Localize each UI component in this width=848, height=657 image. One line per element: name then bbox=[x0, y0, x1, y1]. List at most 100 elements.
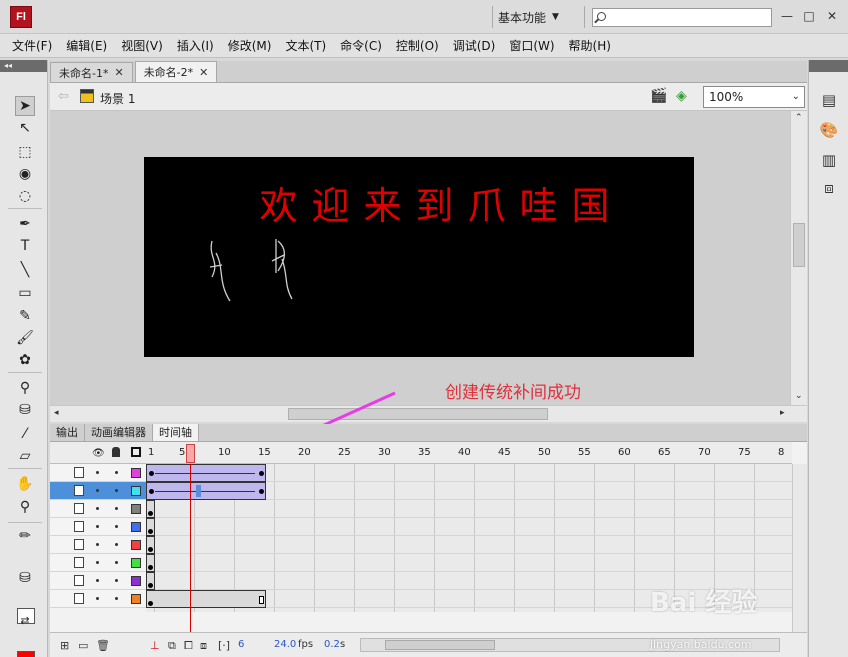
keyframe[interactable] bbox=[149, 471, 154, 476]
layer-row[interactable] bbox=[50, 590, 146, 608]
lock-dot[interactable] bbox=[115, 507, 118, 510]
layer-outline-color[interactable] bbox=[131, 486, 141, 496]
layer-row[interactable] bbox=[50, 554, 146, 572]
outline-icon[interactable] bbox=[131, 447, 141, 457]
eraser-tool-icon[interactable]: ▱ bbox=[15, 446, 35, 466]
layer-outline-color[interactable] bbox=[131, 576, 141, 586]
frame-rate-value[interactable]: 24.0 bbox=[274, 639, 296, 650]
bone-tool-icon[interactable]: ⚲ bbox=[15, 378, 35, 398]
classic-tween-span[interactable] bbox=[146, 464, 266, 482]
edit-symbols-icon[interactable]: ◈ bbox=[676, 88, 687, 104]
layer-row[interactable] bbox=[50, 518, 146, 536]
text-tool-icon[interactable]: T bbox=[15, 236, 35, 256]
selected-frame[interactable] bbox=[196, 485, 201, 497]
keyframe[interactable] bbox=[148, 601, 153, 606]
tab-document-2[interactable]: 未命名-2* ✕ bbox=[134, 61, 218, 82]
menu-window[interactable]: 窗口(W) bbox=[509, 37, 554, 54]
align-panel-icon[interactable]: ⧈ bbox=[819, 178, 839, 198]
menu-commands[interactable]: 命令(C) bbox=[340, 37, 382, 54]
menu-insert[interactable]: 插入(I) bbox=[177, 37, 214, 54]
stage-canvas[interactable]: 欢迎来到爪哇国 bbox=[144, 157, 694, 357]
help-search-input[interactable] bbox=[592, 8, 772, 27]
layer-outline-color[interactable] bbox=[131, 558, 141, 568]
stage-horizontal-scrollbar[interactable]: ◂ ▸ bbox=[50, 405, 807, 422]
hand-tool-icon[interactable]: ✋ bbox=[15, 474, 35, 494]
scroll-down-icon[interactable]: ⌄ bbox=[795, 391, 803, 401]
new-layer-icon[interactable]: ⊞ bbox=[60, 639, 69, 652]
scroll-thumb[interactable] bbox=[793, 223, 805, 267]
lock-dot[interactable] bbox=[115, 471, 118, 474]
keyframe[interactable] bbox=[148, 565, 153, 570]
eye-icon[interactable]: 👁 bbox=[92, 448, 105, 459]
3d-rotation-tool-icon[interactable]: ◉ bbox=[15, 164, 35, 184]
edit-scene-icon[interactable]: 🎬 bbox=[650, 88, 667, 104]
keyframe[interactable] bbox=[259, 489, 264, 494]
minimize-button[interactable]: — bbox=[778, 8, 796, 24]
stage-title-text[interactable]: 欢迎来到爪哇国 bbox=[144, 175, 694, 230]
lock-dot[interactable] bbox=[115, 597, 118, 600]
timeline-vertical-scrollbar[interactable] bbox=[792, 464, 807, 632]
deco-tool-icon[interactable]: ✿ bbox=[15, 350, 35, 370]
keyframe[interactable] bbox=[148, 511, 153, 516]
eyedropper-tool-icon[interactable]: ⁄ bbox=[15, 424, 35, 444]
menu-file[interactable]: 文件(F) bbox=[12, 37, 52, 54]
menu-view[interactable]: 视图(V) bbox=[121, 37, 163, 54]
modify-onion-markers-icon[interactable]: [·] bbox=[218, 639, 230, 652]
menu-control[interactable]: 控制(O) bbox=[396, 37, 439, 54]
subselection-tool-icon[interactable]: ↖ bbox=[15, 118, 35, 138]
keyframe[interactable] bbox=[259, 471, 264, 476]
menu-debug[interactable]: 调试(D) bbox=[453, 37, 496, 54]
visibility-dot[interactable] bbox=[96, 471, 99, 474]
scroll-thumb[interactable] bbox=[385, 640, 495, 650]
keyframe-cell[interactable] bbox=[146, 500, 155, 518]
keyframe-cell[interactable] bbox=[146, 554, 155, 572]
color-panel-icon[interactable]: 🎨 bbox=[819, 120, 839, 140]
tab-document-1[interactable]: 未命名-1* ✕ bbox=[50, 62, 133, 82]
visibility-dot[interactable] bbox=[96, 543, 99, 546]
menu-help[interactable]: 帮助(H) bbox=[569, 37, 611, 54]
lock-dot[interactable] bbox=[115, 579, 118, 582]
workspace-switcher[interactable]: 基本功能 ▼ bbox=[498, 7, 559, 27]
layer-row-selected[interactable] bbox=[50, 482, 146, 500]
tab-timeline[interactable]: 时间轴 bbox=[153, 424, 199, 441]
pen-tool-icon[interactable]: ✒ bbox=[15, 214, 35, 234]
classic-tween-span[interactable] bbox=[146, 482, 266, 500]
keyframe[interactable] bbox=[148, 583, 153, 588]
pencil-tool-icon[interactable]: ✎ bbox=[15, 306, 35, 326]
delete-layer-icon[interactable]: 🗑 bbox=[96, 639, 110, 652]
menu-text[interactable]: 文本(T) bbox=[285, 37, 326, 54]
lock-dot[interactable] bbox=[115, 489, 118, 492]
scroll-right-icon[interactable]: ▸ bbox=[780, 408, 785, 418]
properties-panel-icon[interactable]: ▤ bbox=[819, 90, 839, 110]
paint-bucket-tool-icon[interactable]: ⛁ bbox=[15, 400, 35, 420]
layer-row[interactable] bbox=[50, 536, 146, 554]
close-icon[interactable]: ✕ bbox=[199, 66, 208, 79]
line-tool-icon[interactable]: ╲ bbox=[15, 260, 35, 280]
keyframe[interactable] bbox=[148, 529, 153, 534]
layer-outline-color[interactable] bbox=[131, 540, 141, 550]
layer-outline-color[interactable] bbox=[131, 504, 141, 514]
visibility-dot[interactable] bbox=[96, 489, 99, 492]
onion-skin-outline-icon[interactable]: ⧠ bbox=[184, 639, 193, 653]
onion-skin-icon[interactable]: ⧉ bbox=[168, 639, 176, 653]
lock-dot[interactable] bbox=[115, 525, 118, 528]
lock-dot[interactable] bbox=[115, 543, 118, 546]
back-arrow-icon[interactable]: ⇦ bbox=[58, 89, 69, 104]
zoom-select[interactable]: 100% ⌄ bbox=[703, 86, 805, 108]
new-folder-icon[interactable]: ▭ bbox=[78, 639, 88, 652]
close-icon[interactable]: ✕ bbox=[114, 66, 123, 79]
tab-motion-editor[interactable]: 动画编辑器 bbox=[85, 424, 153, 441]
keyframe[interactable] bbox=[148, 547, 153, 552]
brush-tool-icon[interactable]: 🖌 bbox=[15, 328, 35, 348]
edit-multiple-frames-icon[interactable]: ⧈ bbox=[200, 639, 207, 653]
playhead[interactable] bbox=[186, 444, 195, 463]
tab-output[interactable]: 输出 bbox=[50, 424, 85, 441]
close-button[interactable]: ✕ bbox=[823, 8, 841, 24]
menu-edit[interactable]: 编辑(E) bbox=[66, 37, 107, 54]
scene-label[interactable]: 场景 1 bbox=[100, 90, 135, 107]
zoom-tool-icon[interactable]: ⚲ bbox=[15, 497, 35, 517]
static-frame-span[interactable] bbox=[146, 590, 266, 608]
visibility-dot[interactable] bbox=[96, 525, 99, 528]
rectangle-tool-icon[interactable]: ▭ bbox=[15, 283, 35, 303]
scroll-thumb[interactable] bbox=[288, 408, 548, 420]
